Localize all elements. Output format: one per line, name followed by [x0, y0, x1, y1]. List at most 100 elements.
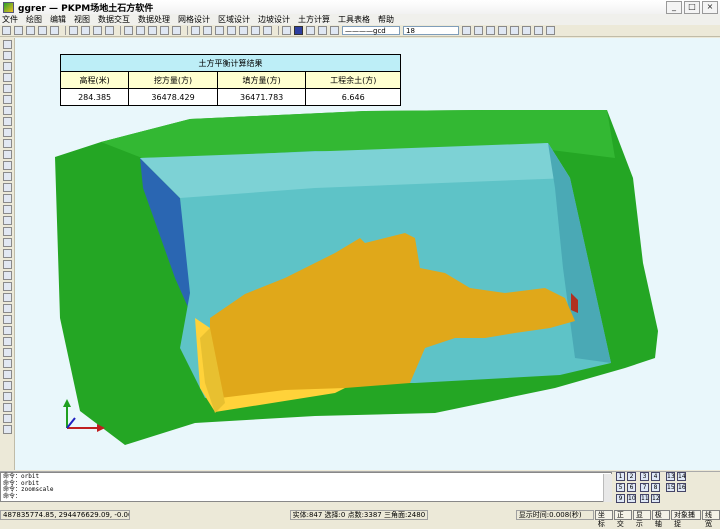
slope-icon[interactable]: [2, 359, 12, 368]
view-button-9[interactable]: 9: [616, 494, 625, 503]
command-scrollbar[interactable]: [603, 474, 612, 502]
view-button-6[interactable]: 6: [627, 483, 636, 492]
mode-lineweight-button[interactable]: 线宽: [701, 510, 720, 528]
sun-icon[interactable]: [318, 26, 327, 35]
terrain-icon[interactable]: [2, 348, 12, 357]
hatch-icon[interactable]: [2, 139, 12, 148]
view-button-16[interactable]: 16: [677, 483, 686, 492]
scale-icon[interactable]: [2, 194, 12, 203]
view-button-13[interactable]: 13: [666, 472, 675, 481]
rectangle-icon[interactable]: [2, 84, 12, 93]
query-icon[interactable]: [522, 26, 531, 35]
dimension-icon[interactable]: [486, 26, 495, 35]
menu-draw[interactable]: 绘图: [26, 14, 42, 25]
ellipse-icon[interactable]: [2, 106, 12, 115]
polyline-icon[interactable]: [2, 51, 12, 60]
command-window[interactable]: 命令：orbit 命令：orbit 命令：zoomscale 命令：: [0, 472, 612, 502]
break-icon[interactable]: [2, 249, 12, 258]
mode-display-button[interactable]: 显示: [632, 510, 651, 528]
render-icon[interactable]: [251, 26, 260, 35]
erase-icon[interactable]: [2, 293, 12, 302]
layer-dropdown[interactable]: ————gcd: [342, 26, 400, 35]
explode-icon[interactable]: [2, 282, 12, 291]
view-button-3[interactable]: 3: [640, 472, 649, 481]
zoom-extents-icon[interactable]: [160, 26, 169, 35]
point-icon[interactable]: [2, 128, 12, 137]
menu-data-exchange[interactable]: 数据交互: [98, 14, 130, 25]
undo-icon[interactable]: [69, 26, 78, 35]
hatch-icon[interactable]: [498, 26, 507, 35]
save-icon[interactable]: [26, 26, 35, 35]
new-file-icon[interactable]: [2, 26, 11, 35]
color-swatch[interactable]: [294, 26, 303, 35]
circle-icon[interactable]: [2, 73, 12, 82]
command-input[interactable]: 命令：: [3, 493, 609, 501]
paste-icon[interactable]: [203, 26, 212, 35]
layer-icon[interactable]: [227, 26, 236, 35]
menu-earthwork[interactable]: 土方计算: [298, 14, 330, 25]
text-icon[interactable]: [2, 150, 12, 159]
polygon-icon[interactable]: [2, 95, 12, 104]
menu-edit[interactable]: 编辑: [50, 14, 66, 25]
menu-view[interactable]: 视图: [74, 14, 90, 25]
minimize-button[interactable]: _: [666, 1, 682, 14]
copy-icon[interactable]: [2, 304, 12, 313]
match-icon[interactable]: [105, 26, 114, 35]
regen-icon[interactable]: [172, 26, 181, 35]
arc-icon[interactable]: [2, 62, 12, 71]
shade-icon[interactable]: [239, 26, 248, 35]
view-button-14[interactable]: 14: [677, 472, 686, 481]
layers-icon[interactable]: [282, 26, 291, 35]
view-button-1[interactable]: 1: [616, 472, 625, 481]
drawing-viewport[interactable]: 土方平衡计算结果 高程(米) 挖方量(方) 填方量(方) 工程余土(方) 284…: [15, 38, 720, 470]
zoom-in-icon[interactable]: [124, 26, 133, 35]
open-file-icon[interactable]: [14, 26, 23, 35]
menu-slope-design[interactable]: 边坡设计: [258, 14, 290, 25]
zoom-out-icon[interactable]: [136, 26, 145, 35]
layer-toggle-icon[interactable]: [2, 414, 12, 423]
view-button-2[interactable]: 2: [627, 472, 636, 481]
stretch-icon[interactable]: [2, 326, 12, 335]
settings-icon[interactable]: [534, 26, 543, 35]
offset-icon[interactable]: [2, 216, 12, 225]
close-button[interactable]: ×: [702, 1, 718, 14]
view-button-4[interactable]: 4: [651, 472, 660, 481]
triangulate-icon[interactable]: [2, 403, 12, 412]
contour-icon[interactable]: [2, 392, 12, 401]
properties-icon[interactable]: [215, 26, 224, 35]
preview-icon[interactable]: [50, 26, 59, 35]
redo-icon[interactable]: [81, 26, 90, 35]
mode-coordinate-button[interactable]: 坐标: [594, 510, 613, 528]
measure-icon[interactable]: [510, 26, 519, 35]
line-style-icon[interactable]: [462, 26, 471, 35]
fillet-icon[interactable]: [2, 260, 12, 269]
array-icon[interactable]: [2, 315, 12, 324]
view-button-10[interactable]: 10: [627, 494, 636, 503]
mirror-icon[interactable]: [2, 205, 12, 214]
line-icon[interactable]: [2, 40, 12, 49]
spline-icon[interactable]: [2, 117, 12, 126]
view-button-5[interactable]: 5: [616, 483, 625, 492]
mode-polar-button[interactable]: 极轴: [651, 510, 670, 528]
chamfer-icon[interactable]: [2, 271, 12, 280]
section-icon[interactable]: [2, 381, 12, 390]
lightbulb-icon[interactable]: [306, 26, 315, 35]
mode-osnap-button[interactable]: 对象捕捉: [670, 510, 701, 528]
view-button-8[interactable]: 8: [651, 483, 660, 492]
menu-file[interactable]: 文件: [2, 14, 18, 25]
mode-ortho-button[interactable]: 正交: [613, 510, 632, 528]
block-icon[interactable]: [2, 161, 12, 170]
extend-icon[interactable]: [2, 238, 12, 247]
maximize-button[interactable]: □: [684, 1, 700, 14]
print-icon[interactable]: [38, 26, 47, 35]
move-icon[interactable]: [2, 172, 12, 181]
text-style-icon[interactable]: [474, 26, 483, 35]
view-button-12[interactable]: 12: [651, 494, 660, 503]
annotate-icon[interactable]: [2, 425, 12, 434]
menu-data-process[interactable]: 数据处理: [138, 14, 170, 25]
size-dropdown[interactable]: 18: [403, 26, 459, 35]
lock-icon[interactable]: [330, 26, 339, 35]
rotate-icon[interactable]: [2, 183, 12, 192]
info-icon[interactable]: [546, 26, 555, 35]
view-button-15[interactable]: 15: [666, 483, 675, 492]
